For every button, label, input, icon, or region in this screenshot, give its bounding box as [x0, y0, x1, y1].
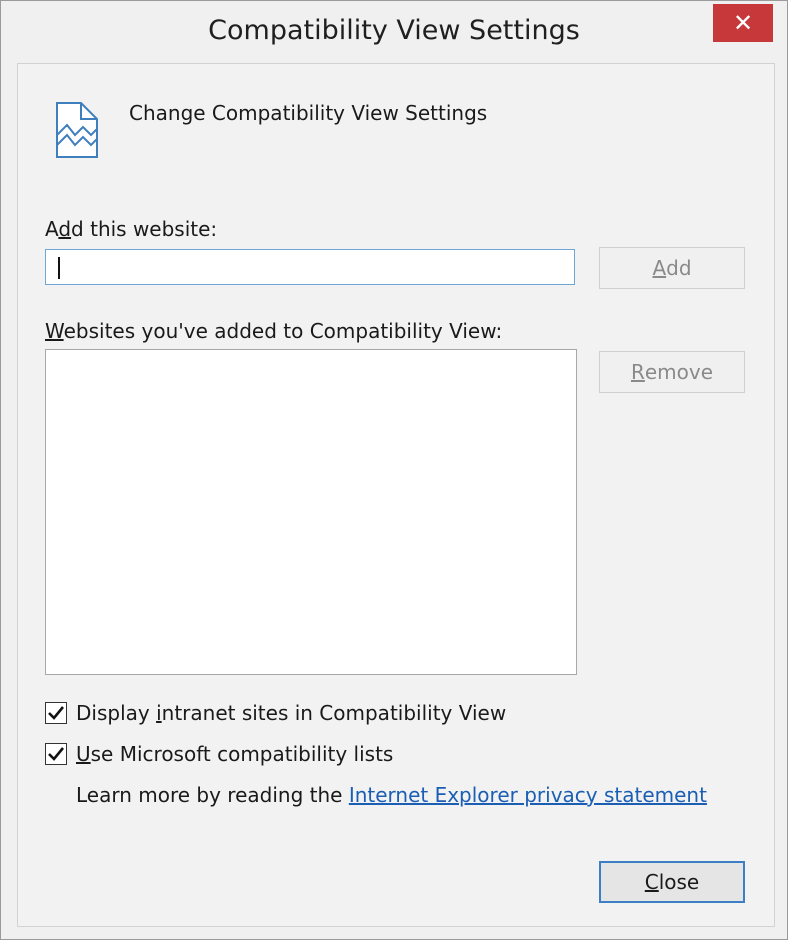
remove-button[interactable]: Remove: [599, 351, 745, 393]
header-text: Change Compatibility View Settings: [129, 101, 488, 125]
add-website-label-rest: d this website:: [71, 217, 218, 241]
broken-page-icon: [56, 102, 98, 158]
websites-list-label-accel: W: [45, 319, 64, 343]
close-button-rest: lose: [658, 870, 700, 894]
title-bar[interactable]: Compatibility View Settings ✕: [1, 1, 787, 63]
close-button[interactable]: Close: [599, 861, 745, 903]
websites-listbox[interactable]: [45, 349, 577, 675]
intranet-label-post: ntranet sites in Compatibility View: [161, 701, 507, 725]
add-website-input[interactable]: [45, 249, 575, 285]
ms-lists-label-accel: U: [76, 742, 91, 766]
websites-list-label: Websites you've added to Compatibility V…: [45, 319, 502, 343]
add-button-accel: A: [652, 256, 667, 280]
close-icon: ✕: [732, 9, 754, 37]
learn-more-lead: Learn more by reading the: [76, 783, 349, 807]
ms-lists-checkbox[interactable]: [45, 743, 67, 765]
remove-button-accel: R: [630, 360, 645, 384]
add-website-label-accel: d: [58, 217, 72, 241]
remove-button-rest: emove: [644, 360, 714, 384]
ms-lists-checkbox-label[interactable]: Use Microsoft compatibility lists: [76, 742, 393, 766]
add-website-label-part: A: [45, 217, 59, 241]
checkmark-icon: [48, 706, 65, 720]
add-button[interactable]: Add: [599, 247, 745, 289]
checkmark-icon: [48, 747, 65, 761]
ms-lists-label-post: se Microsoft compatibility lists: [90, 742, 394, 766]
intranet-checkbox-label[interactable]: Display intranet sites in Compatibility …: [76, 701, 506, 725]
add-button-rest: dd: [666, 256, 692, 280]
intranet-label-pre: Display: [76, 701, 157, 725]
window-close-button[interactable]: ✕: [713, 4, 773, 42]
text-caret: [58, 257, 60, 279]
dialog-window: Compatibility View Settings ✕ Change Com…: [0, 0, 788, 940]
close-button-accel: C: [644, 870, 659, 894]
intranet-checkbox[interactable]: [45, 702, 67, 724]
learn-more-text: Learn more by reading the Internet Explo…: [76, 783, 707, 807]
window-title: Compatibility View Settings: [208, 15, 580, 46]
privacy-statement-link[interactable]: Internet Explorer privacy statement: [349, 783, 707, 807]
add-website-label: Add this website:: [45, 217, 217, 241]
websites-list-label-rest: ebsites you've added to Compatibility Vi…: [63, 319, 503, 343]
